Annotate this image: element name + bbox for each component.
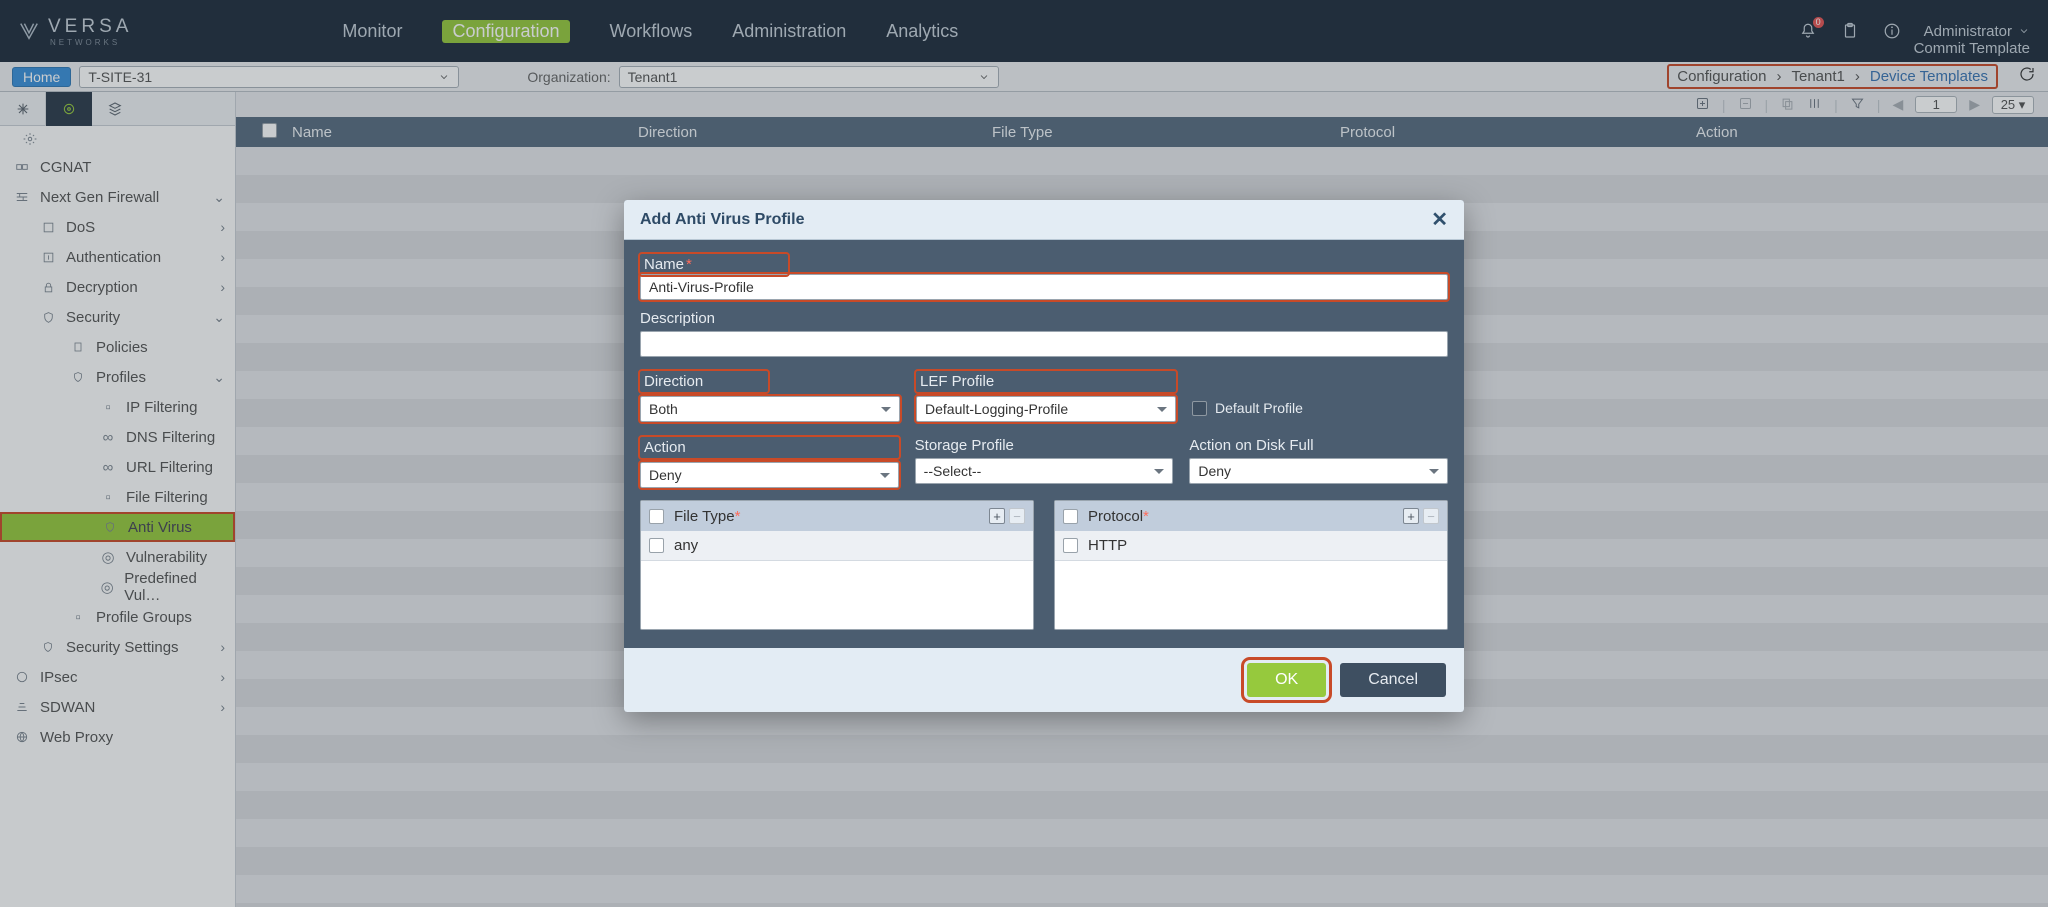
label-action-disk-full: Action on Disk Full bbox=[1189, 437, 1313, 454]
label-description: Description bbox=[640, 310, 715, 327]
label-file-type: File Type bbox=[674, 508, 735, 525]
protocol-list: Protocol* +− HTTP bbox=[1054, 500, 1448, 630]
name-input[interactable]: Anti-Virus-Profile bbox=[640, 274, 1448, 300]
protocol-add-icon[interactable]: + bbox=[1403, 508, 1419, 524]
file-type-add-icon[interactable]: + bbox=[989, 508, 1005, 524]
label-protocol: Protocol bbox=[1088, 508, 1143, 525]
cancel-button[interactable]: Cancel bbox=[1340, 663, 1446, 697]
protocol-remove-icon[interactable]: − bbox=[1423, 508, 1439, 524]
file-type-remove-icon[interactable]: − bbox=[1009, 508, 1025, 524]
protocol-row[interactable]: HTTP bbox=[1055, 531, 1447, 561]
field-name-wrap: Name* bbox=[640, 254, 788, 275]
default-profile-checkbox[interactable] bbox=[1192, 401, 1207, 416]
lef-profile-select[interactable]: Default-Logging-Profile bbox=[916, 396, 1176, 422]
action-disk-full-select[interactable]: Deny bbox=[1189, 458, 1448, 484]
modal-footer: OK Cancel bbox=[624, 648, 1464, 712]
description-input[interactable] bbox=[640, 331, 1448, 357]
action-select[interactable]: Deny bbox=[640, 462, 899, 488]
label-lef-profile: LEF Profile bbox=[920, 373, 994, 390]
modal-add-antivirus: Add Anti Virus Profile ✕ Name* Anti-Viru… bbox=[624, 200, 1464, 712]
file-type-select-all[interactable] bbox=[649, 509, 664, 524]
close-icon[interactable]: ✕ bbox=[1431, 207, 1448, 232]
protocol-row-label: HTTP bbox=[1088, 537, 1127, 554]
direction-select[interactable]: Both bbox=[640, 396, 900, 422]
file-type-list: File Type* +− any bbox=[640, 500, 1034, 630]
protocol-row-checkbox[interactable] bbox=[1063, 538, 1078, 553]
name-input-value: Anti-Virus-Profile bbox=[649, 279, 754, 295]
label-default-profile: Default Profile bbox=[1215, 400, 1303, 416]
file-type-row[interactable]: any bbox=[641, 531, 1033, 561]
modal-title: Add Anti Virus Profile bbox=[640, 211, 804, 229]
modal-header: Add Anti Virus Profile ✕ bbox=[624, 200, 1464, 240]
storage-profile-select[interactable]: --Select-- bbox=[915, 458, 1174, 484]
ok-button[interactable]: OK bbox=[1247, 663, 1326, 697]
protocol-select-all[interactable] bbox=[1063, 509, 1078, 524]
label-name: Name bbox=[644, 256, 684, 273]
label-action: Action bbox=[644, 439, 686, 456]
label-direction: Direction bbox=[644, 373, 703, 390]
file-type-row-label: any bbox=[674, 537, 698, 554]
file-type-row-checkbox[interactable] bbox=[649, 538, 664, 553]
label-storage-profile: Storage Profile bbox=[915, 437, 1014, 454]
